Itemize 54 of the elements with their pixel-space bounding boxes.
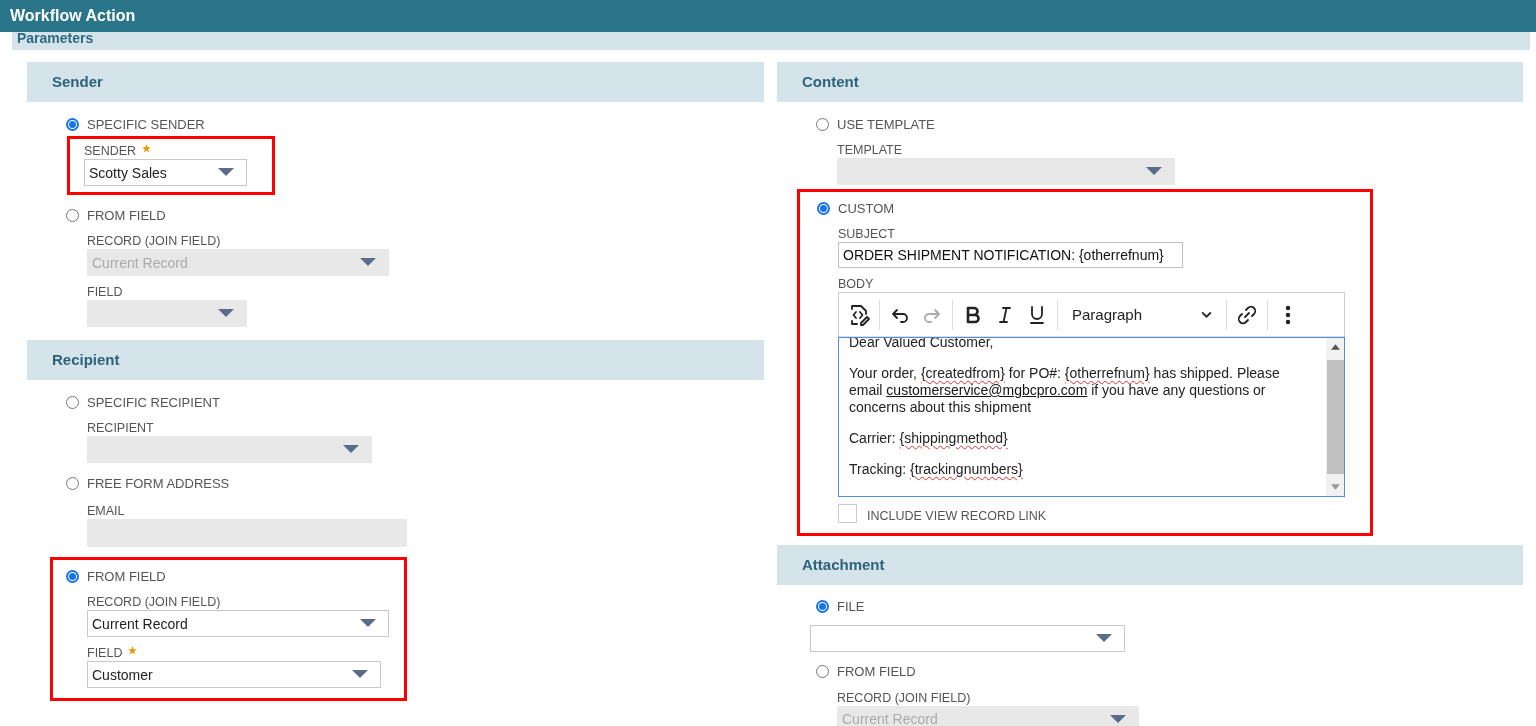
option-label: FILE — [837, 599, 865, 614]
chevron-down-icon — [1201, 311, 1212, 318]
field-label: RECORD (JOIN FIELD) — [87, 233, 221, 249]
radio-button[interactable] — [816, 600, 829, 613]
field-label: FIELD — [87, 284, 123, 300]
paragraph-format-dropdown[interactable]: Paragraph — [1062, 298, 1222, 331]
checkbox-label: INCLUDE VIEW RECORD LINK — [867, 509, 1047, 523]
section-title: Sender — [52, 73, 103, 90]
caret-icon — [360, 258, 376, 267]
field-label: BODY — [838, 276, 874, 292]
option-label: USE TEMPLATE — [837, 116, 935, 132]
email-link[interactable]: customerservice@mgbcpro.com — [886, 382, 1088, 398]
field-label: SENDER — [84, 143, 137, 159]
section-title: Attachment — [802, 555, 885, 573]
body-paragraph: Tracking: {trackingnumbers} — [849, 461, 1024, 478]
field-label: TEMPLATE — [837, 142, 903, 158]
field-label: RECIPIENT — [87, 420, 154, 436]
dropdown[interactable]: Current Record — [87, 610, 389, 637]
caret-icon — [343, 445, 359, 454]
caret-icon — [1110, 714, 1126, 724]
section-title: Content — [802, 73, 859, 90]
window-title: Workflow Action — [10, 7, 136, 24]
scroll-up-arrow-icon[interactable] — [1330, 344, 1340, 350]
section-title: Recipient — [52, 351, 120, 368]
dropdown[interactable]: Scotty Sales — [84, 159, 247, 186]
radio-button[interactable] — [817, 201, 830, 215]
dropdown[interactable]: Customer — [87, 661, 381, 688]
panel-title: Parameters — [16, 32, 94, 44]
caret-icon — [360, 619, 376, 628]
caret-icon — [352, 670, 368, 679]
radio-button[interactable] — [66, 569, 79, 583]
body-paragraph: Your order, {createdfrom} for PO#: {otherrefnum} has shipped. Please email customerservice@mgbcpro.com if you have any questions or concerns about this shipment — [849, 365, 1281, 416]
option-label: FROM FIELD — [87, 568, 166, 584]
option-label: SPECIFIC RECIPIENT — [87, 394, 220, 410]
option-label: FROM FIELD — [87, 207, 166, 223]
caret-icon — [218, 168, 234, 177]
option-label: SPECIFIC SENDER — [87, 116, 205, 132]
option-label: FROM FIELD — [837, 664, 916, 679]
option-label: FREE FORM ADDRESS — [87, 475, 230, 491]
checkbox[interactable] — [838, 503, 857, 523]
field-label: FIELD — [87, 645, 123, 661]
caret-icon — [1146, 167, 1162, 176]
scrollbar[interactable] — [1326, 338, 1344, 496]
field-label: RECORD (JOIN FIELD) — [837, 689, 971, 706]
field-label: EMAIL — [87, 503, 125, 519]
field-label: RECORD (JOIN FIELD) — [87, 594, 221, 610]
input-field[interactable]: ORDER SHIPMENT NOTIFICATION: {otherrefnum} — [838, 242, 1183, 268]
caret-icon — [218, 309, 234, 318]
body-paragraph: Carrier: {shippingmethod} — [849, 430, 1009, 447]
field-label: SUBJECT — [838, 226, 895, 242]
caret-icon — [1096, 633, 1112, 643]
radio-button[interactable] — [66, 117, 79, 131]
option-label: CUSTOM — [838, 200, 895, 216]
scroll-down-arrow-icon[interactable] — [1330, 484, 1340, 490]
